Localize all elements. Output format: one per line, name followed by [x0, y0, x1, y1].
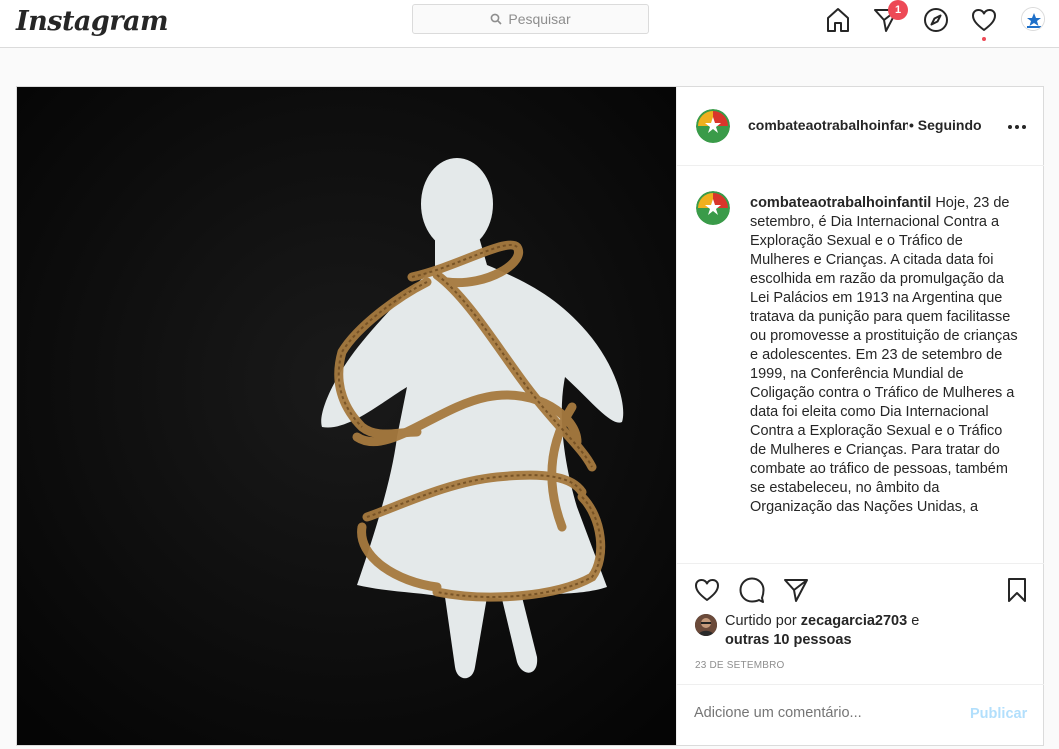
activity-dot [982, 37, 986, 41]
search-placeholder: Pesquisar [508, 11, 571, 27]
liker-avatar[interactable] [695, 614, 717, 636]
caption-text: Hoje, 23 de setembro, é Dia Internaciona… [750, 195, 1018, 515]
like-heart-icon[interactable] [693, 576, 721, 604]
comments-area[interactable]: combateaotrabalhoinfantil Hoje, 23 de se… [677, 167, 1044, 563]
caption-username[interactable]: combateaotrabalhoinfantil [750, 195, 931, 211]
post-actions: Curtido por zecagarcia2703 e outras 10 p… [677, 563, 1044, 745]
liker-username[interactable]: zecagarcia2703 [801, 613, 907, 629]
liker-avatar-image [695, 614, 717, 636]
home-icon[interactable] [824, 6, 852, 34]
liked-by-conjunction: e [907, 613, 920, 629]
post-date[interactable]: 23 DE SETEMBRO [695, 660, 785, 671]
search-icon [490, 13, 502, 25]
activity-heart-icon[interactable] [970, 6, 998, 34]
more-options-icon[interactable] [1007, 123, 1027, 131]
share-icon[interactable] [782, 576, 810, 604]
post-photo[interactable] [17, 87, 676, 745]
post-header: combateaotrabalhoinfantil • Seguindo [677, 87, 1044, 166]
profile-avatar[interactable] [1021, 7, 1045, 31]
following-status[interactable]: • Seguindo [909, 117, 982, 133]
likes-text: Curtido por zecagarcia2703 e outras 10 p… [725, 612, 1025, 650]
others-count-link[interactable]: outras 10 pessoas [725, 632, 852, 648]
author-avatar[interactable] [696, 109, 730, 143]
top-navbar: Instagram Pesquisar 1 [0, 0, 1059, 48]
explore-compass-icon[interactable] [922, 6, 950, 34]
comment-input[interactable] [694, 705, 944, 721]
publish-button[interactable]: Publicar [970, 706, 1027, 722]
profile-avatar-image [1022, 8, 1044, 30]
liked-by-prefix: Curtido por [725, 613, 801, 629]
post-caption: combateaotrabalhoinfantil Hoje, 23 de se… [750, 194, 1020, 517]
direct-badge: 1 [888, 0, 908, 20]
paper-doll-rope-image [17, 87, 676, 745]
caption-author-avatar[interactable] [696, 191, 730, 225]
post-side-panel: combateaotrabalhoinfantil • Seguindo com… [676, 87, 1044, 745]
save-bookmark-icon[interactable] [1003, 576, 1031, 604]
search-box[interactable]: Pesquisar [412, 4, 649, 34]
comment-bubble-icon[interactable] [738, 576, 766, 604]
instagram-logo[interactable]: Instagram [16, 6, 169, 37]
post-author-username[interactable]: combateaotrabalhoinfantil [748, 117, 908, 133]
author-logo-image [696, 109, 730, 143]
post-card: combateaotrabalhoinfantil • Seguindo com… [16, 86, 1044, 746]
author-logo-image [696, 191, 730, 225]
comment-form: Publicar [677, 684, 1044, 746]
